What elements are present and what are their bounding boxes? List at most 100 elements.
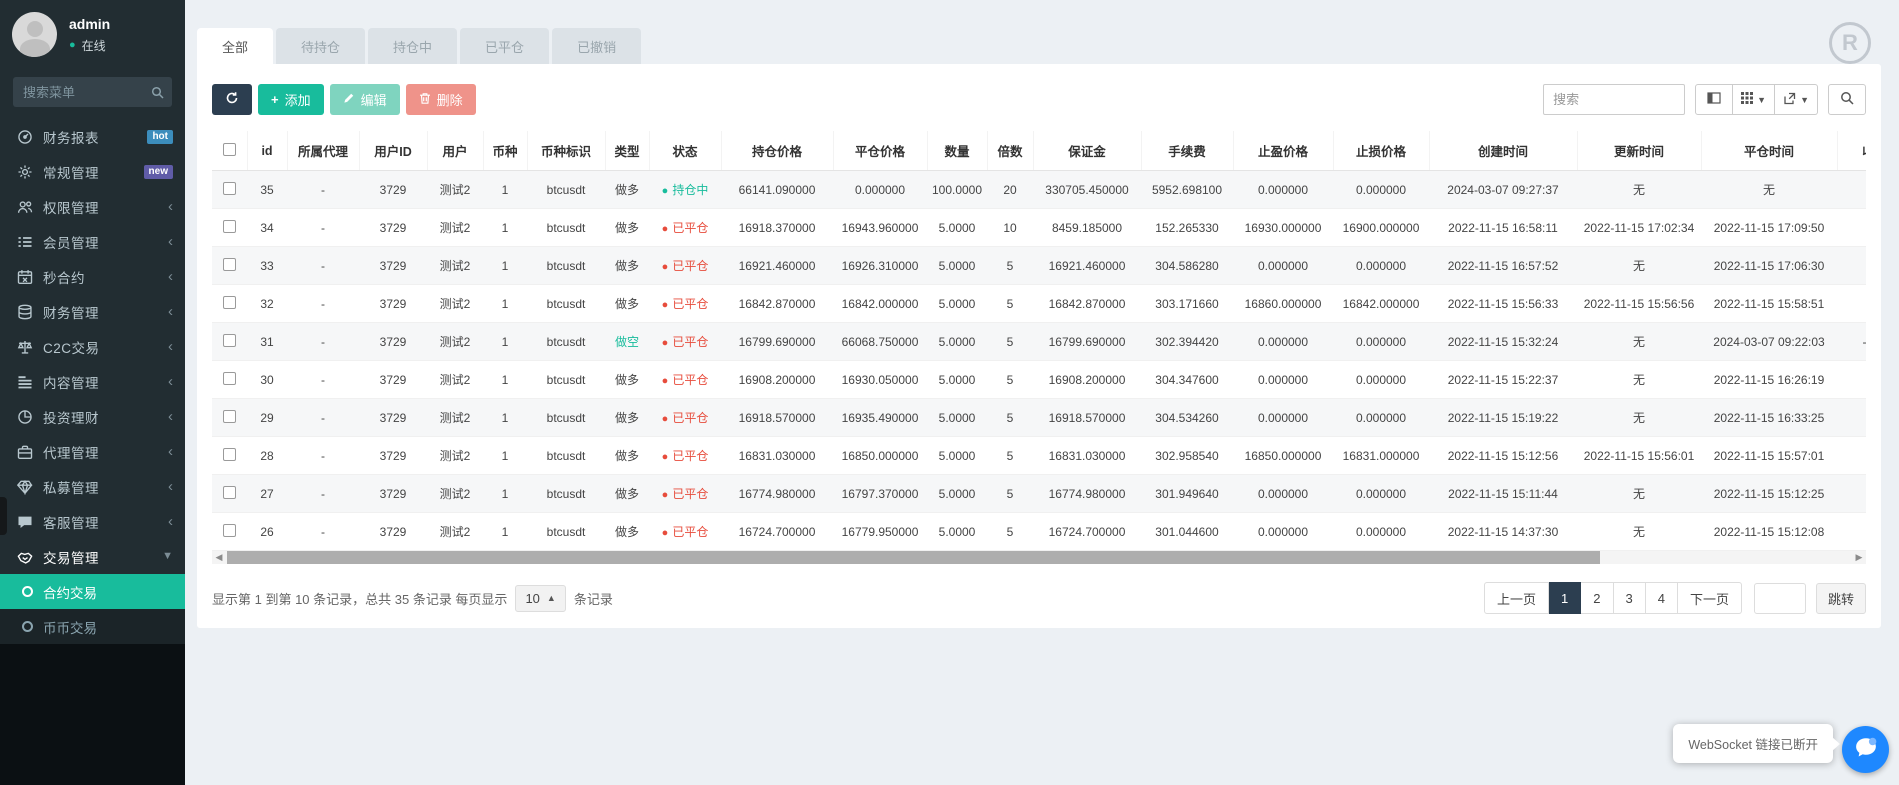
status-tabs: 全部待持仓持仓中已平仓已撤销 (197, 28, 1881, 64)
sidebar-item-3[interactable]: 会员管理‹ (0, 224, 185, 259)
gears-icon (16, 164, 33, 180)
sidebar-item-9[interactable]: 代理管理‹ (0, 434, 185, 469)
row-checkbox[interactable] (223, 182, 236, 195)
sidebar-item-11[interactable]: 客服管理‹ (0, 504, 185, 539)
cell-status: ●已平仓 (649, 399, 721, 437)
row-checkbox[interactable] (223, 524, 236, 537)
chat-button[interactable] (1842, 726, 1889, 773)
row-checkbox[interactable] (223, 334, 236, 347)
scroll-right-arrow[interactable]: ▶ (1852, 551, 1866, 564)
cell-hold: 16908.200000 (721, 361, 833, 399)
page-button-1[interactable]: 1 (1549, 582, 1581, 614)
next-page-button[interactable]: 下一页 (1678, 582, 1742, 614)
chevron-down-icon: ▼ (162, 551, 173, 562)
tab-2[interactable]: 持仓中 (368, 28, 457, 64)
row-checkbox[interactable] (223, 410, 236, 423)
sidebar-item-label: 秒合约 (43, 267, 168, 287)
chevron-left-icon: ‹ (168, 199, 173, 214)
table-header-row: id所属代理用户ID用户币种币种标识类型状态持仓价格平仓价格数量倍数保证金手续费… (212, 131, 1866, 171)
row-checkbox[interactable] (223, 486, 236, 499)
cell-id: 32 (247, 285, 287, 323)
cell-fee: 304.534260 (1141, 399, 1233, 437)
sidebar-item-6[interactable]: C2C交易‹ (0, 329, 185, 364)
sidebar-item-7[interactable]: 内容管理‹ (0, 364, 185, 399)
refresh-button[interactable] (212, 84, 252, 115)
cell-closed_time: 2022-11-15 17:09:50 (1701, 209, 1837, 247)
edge-handle[interactable] (0, 497, 7, 535)
tab-0[interactable]: 全部 (197, 28, 273, 64)
sidebar-subitem-1[interactable]: 币币交易 (0, 609, 185, 644)
records-info: 显示第 1 到第 10 条记录，总共 35 条记录 每页显示 (212, 589, 507, 608)
row-checkbox[interactable] (223, 220, 236, 233)
tab-3[interactable]: 已平仓 (460, 28, 549, 64)
sidebar-item-1[interactable]: 常规管理new (0, 154, 185, 189)
sidebar-footer-fill (0, 644, 185, 785)
cell-user: 测试2 (427, 171, 483, 209)
advanced-search-button[interactable] (1828, 84, 1866, 115)
prev-page-button[interactable]: 上一页 (1484, 582, 1549, 614)
column-header-19: 收益 (1837, 131, 1866, 171)
tab-1[interactable]: 待持仓 (276, 28, 365, 64)
row-checkbox[interactable] (223, 258, 236, 271)
export-button[interactable]: ▼ (1775, 84, 1818, 115)
tab-4[interactable]: 已撤销 (552, 28, 641, 64)
jump-page-input[interactable] (1754, 583, 1806, 614)
sidebar-subitem-0[interactable]: 合约交易 (0, 574, 185, 609)
cell-symbol: btcusdt (527, 247, 605, 285)
row-checkbox[interactable] (223, 372, 236, 385)
sidebar-item-12[interactable]: 交易管理▼ (0, 539, 185, 574)
column-header-3: 用户 (427, 131, 483, 171)
sidebar-search-input[interactable] (23, 85, 151, 100)
sidebar-item-10[interactable]: 私募管理‹ (0, 469, 185, 504)
cell-updated: 无 (1577, 361, 1701, 399)
calendar-icon (16, 269, 33, 285)
edit-button[interactable]: 编辑 (330, 84, 400, 115)
cell-amount: 5.0000 (927, 437, 987, 475)
cell-id: 27 (247, 475, 287, 513)
columns-button[interactable]: ▼ (1733, 84, 1775, 115)
sidebar-item-0[interactable]: 财务报表hot (0, 119, 185, 154)
page-button-2[interactable]: 2 (1581, 582, 1613, 614)
table-search-input[interactable] (1543, 84, 1685, 115)
websocket-toast: WebSocket 链接已断开 (1673, 724, 1833, 763)
sidebar-item-5[interactable]: 财务管理‹ (0, 294, 185, 329)
jump-button[interactable]: 跳转 (1816, 583, 1866, 614)
cell-margin: 16774.980000 (1033, 475, 1141, 513)
scales-icon (16, 339, 33, 355)
cell-coin: 1 (483, 399, 527, 437)
scroll-left-arrow[interactable]: ◀ (212, 551, 226, 564)
cell-status: ●已平仓 (649, 209, 721, 247)
cell-status: ●已平仓 (649, 247, 721, 285)
cell-hold: 66141.090000 (721, 171, 833, 209)
row-checkbox[interactable] (223, 448, 236, 461)
chevron-left-icon: ‹ (168, 339, 173, 354)
page-size-select[interactable]: 10 ▲ (515, 585, 565, 612)
cell-coin: 1 (483, 475, 527, 513)
toggle-pane-button[interactable] (1695, 84, 1733, 115)
cell-user: 测试2 (427, 247, 483, 285)
toolbar-right: ▼ ▼ (1543, 84, 1866, 115)
cell-lev: 5 (987, 285, 1033, 323)
select-all-checkbox[interactable] (223, 143, 236, 156)
cell-updated: 2022-11-15 17:02:34 (1577, 209, 1701, 247)
sidebar-item-8[interactable]: 投资理财‹ (0, 399, 185, 434)
row-checkbox[interactable] (223, 296, 236, 309)
sidebar-item-2[interactable]: 权限管理‹ (0, 189, 185, 224)
sidebar-item-label: C2C交易 (43, 337, 168, 357)
row-checkbox-cell (212, 361, 247, 399)
cell-profit: 12 (1837, 209, 1866, 247)
delete-button[interactable]: 删除 (406, 84, 476, 115)
cell-user: 测试2 (427, 361, 483, 399)
add-button[interactable]: + 添加 (258, 84, 324, 115)
chevron-left-icon: ‹ (168, 409, 173, 424)
status-label: 已平仓 (672, 373, 708, 387)
search-icon[interactable] (151, 86, 164, 99)
sidebar-item-4[interactable]: 秒合约‹ (0, 259, 185, 294)
cell-profit: -167 (1837, 323, 1866, 361)
page-button-3[interactable]: 3 (1614, 582, 1646, 614)
circle-o-icon (22, 586, 33, 597)
scrollbar-thumb[interactable] (227, 551, 1600, 564)
select-all-header (212, 131, 247, 171)
status-dot-icon: ● (662, 489, 669, 501)
page-button-4[interactable]: 4 (1646, 582, 1678, 614)
